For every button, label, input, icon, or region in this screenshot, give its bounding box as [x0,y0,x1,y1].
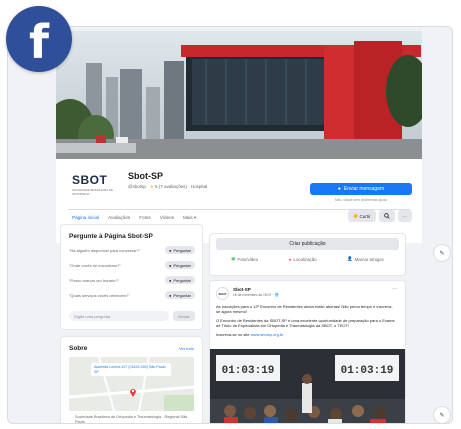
avatar[interactable]: SBOT [216,287,229,300]
timer-left: 01:03:19 [222,365,275,377]
post-paragraph: O Encontro de Residentes da SBOT-SP é um… [216,317,395,329]
facebook-logo-letter: f [28,15,49,69]
location-icon: ● [288,256,292,262]
thumbs-up-icon: 👍 [352,213,359,218]
cover-photo[interactable] [56,31,422,159]
messenger-icon: ● [337,186,341,192]
feed-post: SBOT Sbot-SP 16 de novembro às 15:07 · 🌐… [210,281,405,423]
send-message-label: Enviar mensagem [343,186,385,192]
ask-page-card: Pergunte à Página Sbot-SP "Há alguém dis… [61,225,202,329]
ask-row: "Quais serviços vocês oferecem?" ● Pergun… [69,290,195,300]
logo-wordmark: SBOT [72,172,108,187]
message-note: Não, clique sem problemas ajuda [335,198,387,202]
post-photo[interactable]: 01:03:19 01:03:19 [210,349,405,423]
photo-video-label: Foto/vídeo [237,256,259,262]
ask-card-title: Pergunte à Página Sbot-SP [69,233,153,240]
logo-subtitle: SOCIEDADE BRASILEIRA DE ORTOPEDIA [72,187,114,196]
page-meta: @sbotsp · ★ 5 (7 avaliações) · Hospital [128,184,208,189]
facebook-page-window: SBOT SOCIEDADE BRASILEIRA DE ORTOPEDIA S… [7,26,453,424]
tag-friends-label: Marcar amigos [354,256,384,262]
create-post-actions: ▣ Foto/vídeo ● Localização 👤 Marcar amigos [216,256,399,262]
create-post-button[interactable]: Criar publicação [216,238,399,250]
post-link[interactable]: www.sbotsp.org.br [251,332,284,337]
location-button[interactable]: ● Localização [289,256,317,262]
like-button[interactable]: 👍 Curtir [347,210,376,222]
map-address: Alameda Lorena 427 (01424-000) São Paulo… [91,363,171,377]
location-label: Localização [293,256,317,262]
post-paragraph: As inscrições para o 12º Encontro de Res… [216,304,393,315]
search-icon [383,213,390,219]
page-rating[interactable]: 5 (7 avaliações) [155,184,187,189]
create-post-card: Criar publicação ▣ Foto/vídeo ● Localizaçã… [210,234,405,275]
ask-question: "Quais serviços vocês oferecem?" [69,292,130,298]
ask-row: "Posso marcar um horário?" ● Perguntar [69,275,195,285]
ask-button[interactable]: ● Perguntar [165,261,195,269]
about-card: Sobre Ver tudo Alameda Lorena 427 (01424… [61,337,202,424]
ask-button[interactable]: ● Perguntar [165,291,195,299]
tab-actions: 👍 Curtir ··· [347,210,412,222]
messenger-icon: ● [169,247,172,253]
ask-button[interactable]: ● Perguntar [165,276,195,284]
ask-button-label: Perguntar [173,262,191,268]
messenger-icon: ● [169,277,172,283]
send-question-button[interactable]: Enviar [173,311,195,321]
messenger-icon: ● [169,262,172,268]
post-cta: Inscreva-se no site www.sbotsp.org.br [216,332,396,337]
like-label: Curtir [359,213,371,219]
ask-button-label: Perguntar [173,292,191,298]
photo-icon: ▣ [231,256,236,261]
post-author[interactable]: Sbot-SP [233,287,251,292]
ask-row: "Onde vocês se encontram?" ● Perguntar [69,260,195,270]
ask-button-label: Perguntar [173,247,191,253]
location-map[interactable]: Alameda Lorena 427 (01424-000) São Paulo… [69,357,194,411]
about-title: Sobre [69,345,88,352]
about-organization: Sociedade Brasileira de Ortopedia e Trau… [75,415,188,424]
send-message-button[interactable]: ● Enviar mensagem [310,183,412,195]
see-all-link[interactable]: Ver tudo [179,346,194,351]
ask-question: "Há alguém disponível para conversar?" [69,247,141,253]
page-handle: @sbotsp [128,184,146,189]
page-title: Sbot-SP [128,171,163,181]
ask-button[interactable]: ● Perguntar [165,246,195,254]
page-category: Hospital [190,184,208,189]
ask-button-label: Perguntar [173,277,191,283]
edit-icon[interactable]: ✎ [434,245,450,261]
post-timestamp[interactable]: 16 de novembro às 15:07 · 🌐 [233,293,279,297]
timer-right: 01:03:19 [341,365,394,377]
map-pin-icon [130,389,136,397]
edit-icon[interactable]: ✎ [434,407,450,423]
ask-row: "Há alguém disponível para conversar?" ●… [69,245,195,255]
more-options-button[interactable]: ··· [397,210,412,222]
post-cta-text: Inscreva-se no site [216,331,250,337]
photo-video-button[interactable]: ▣ Foto/vídeo [231,256,258,262]
post-more-icon[interactable]: ··· [392,286,398,292]
ask-question: "Onde vocês se encontram?" [69,262,121,268]
star-icon: ★ [149,184,154,189]
tag-friends-icon: 👤 [347,256,353,261]
search-button[interactable] [378,210,395,222]
messenger-icon: ● [169,292,172,298]
ask-question: "Posso marcar um horário?" [69,277,119,283]
tag-friends-button[interactable]: 👤 Marcar amigos [347,256,384,262]
question-input[interactable]: Digite uma pergunta [69,311,169,321]
page-logo[interactable]: SBOT SOCIEDADE BRASILEIRA DE ORTOPEDIA [72,167,118,201]
post-body: As inscrições para o 12º Encontro de Res… [216,304,396,340]
facebook-logo-icon: f [6,6,72,72]
